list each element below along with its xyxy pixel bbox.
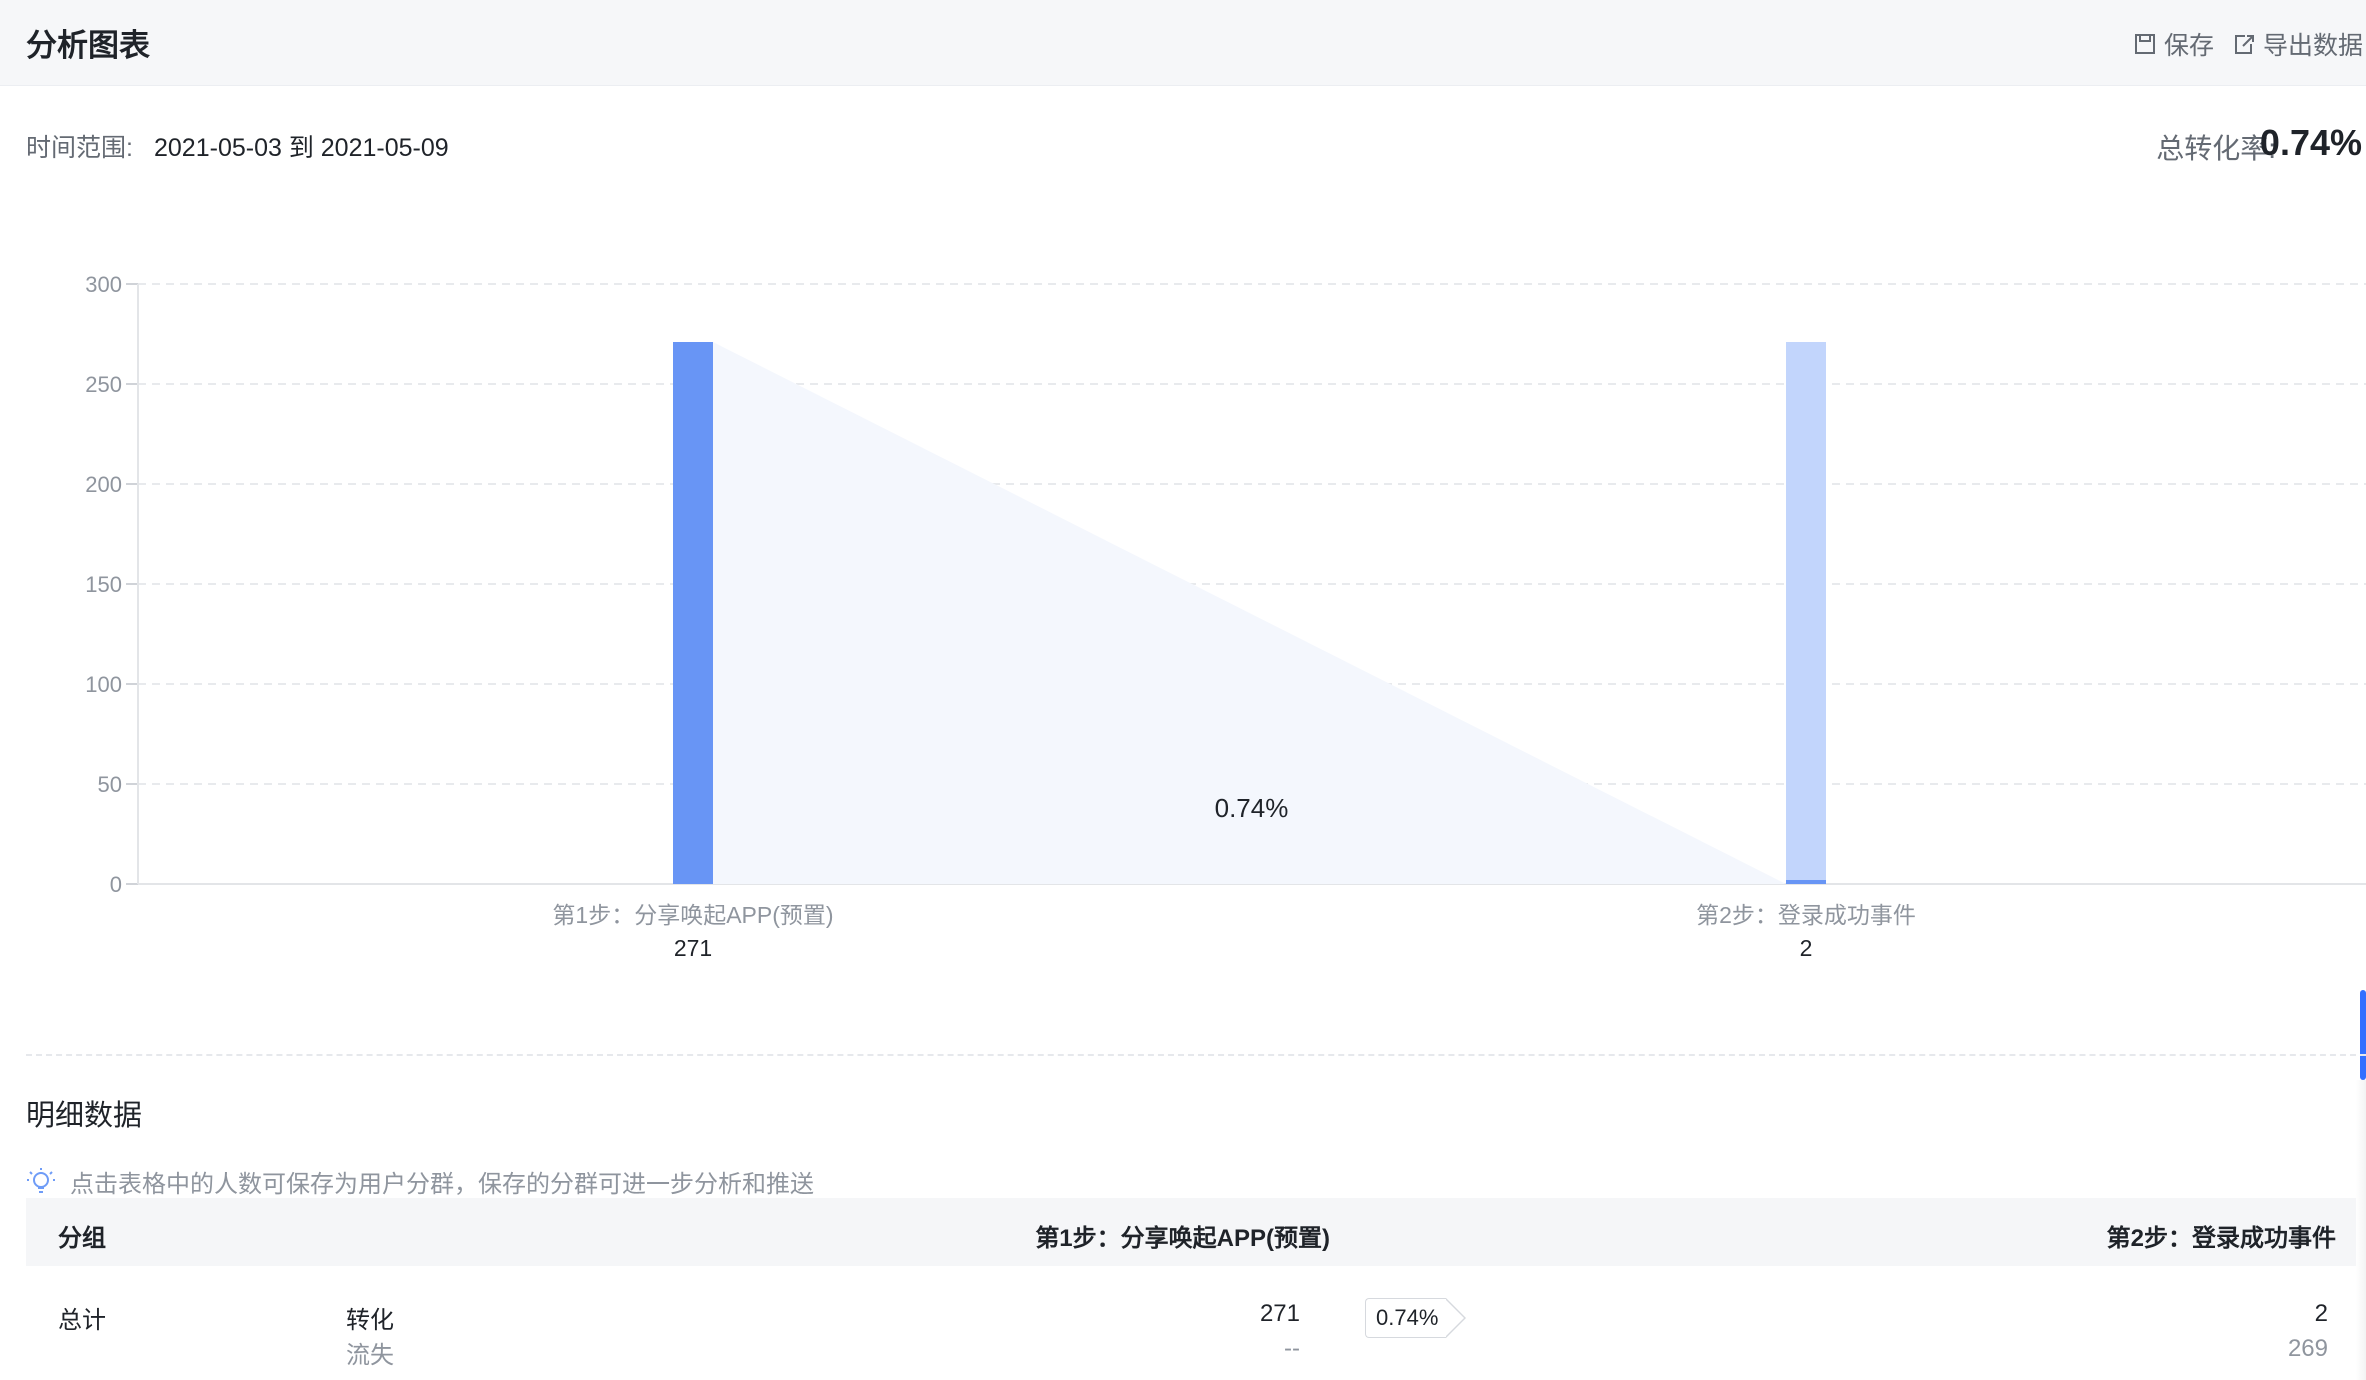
bar-step2-background <box>1786 342 1826 884</box>
x-category-total: 2 <box>1800 935 1813 961</box>
total-rate-label: 总转化率: <box>2156 133 2276 164</box>
y-tick-label: 50 <box>98 772 122 797</box>
funnel-chart: 0 50 100 150 200 250 300 0.74% 第1步：分享唤起APP(预置) 27… <box>85 272 2366 961</box>
group-cell: 总计 <box>58 1307 106 1334</box>
table-header: 分组 第1步：分享唤起APP(预置) 第2步：登录成功事件 <box>26 1198 2356 1266</box>
conversion-rate-label: 0.74% <box>1215 793 1289 823</box>
page-title: 分析图表 <box>26 28 150 63</box>
header-bar: 分析图表 保存 导出数据 <box>0 0 2366 86</box>
step1-converted-count[interactable]: 271 <box>1260 1300 1300 1328</box>
detail-title: 明细数据 <box>26 1100 143 1132</box>
step2-lost-count[interactable]: 269 <box>2288 1335 2328 1363</box>
export-label: 导出数据 <box>2263 32 2364 60</box>
tip-text: 点击表格中的人数可保存为用户分群，保存的分群可进一步分析和推送 <box>70 1171 814 1198</box>
time-range-value: 2021-05-03 到 2021-05-09 <box>154 134 449 162</box>
x-category-label: 第2步：登录成功事件 <box>1696 902 1916 928</box>
conversion-rate-tag: 0.74% <box>1365 1298 1467 1338</box>
save-icon <box>2135 34 2155 54</box>
lightbulb-icon <box>27 1167 55 1193</box>
tip-row: 点击表格中的人数可保存为用户分群，保存的分群可进一步分析和推送 <box>26 1164 814 1199</box>
export-icon <box>2235 35 2254 54</box>
x-category-label: 第1步：分享唤起APP(预置) <box>552 902 833 928</box>
y-tick-label: 0 <box>110 872 122 897</box>
y-tick-label: 150 <box>85 572 122 597</box>
step2-converted-count[interactable]: 2 <box>2315 1300 2328 1328</box>
bar-step1 <box>673 342 713 884</box>
bar-step2 <box>1786 880 1826 884</box>
converted-label: 转化 <box>346 1307 394 1334</box>
total-rate-value: 0.74% <box>2259 122 2362 163</box>
y-tick-label: 250 <box>85 372 122 397</box>
lost-label: 流失 <box>346 1342 394 1369</box>
time-range-label: 时间范围: <box>26 134 133 162</box>
y-tick-label: 100 <box>85 672 122 697</box>
x-category-total: 271 <box>674 935 712 961</box>
step1-lost-count: -- <box>1284 1335 1300 1362</box>
scroll-shadow <box>2356 1080 2366 1380</box>
y-tick-label: 300 <box>85 272 122 297</box>
column-header-step2: 第2步：登录成功事件 <box>2106 1225 2336 1252</box>
save-label: 保存 <box>2164 32 2215 60</box>
save-button[interactable]: 保存 <box>2134 26 2214 62</box>
scrollbar-thumb[interactable] <box>2360 990 2366 1080</box>
column-header-step1: 第1步：分享唤起APP(预置) <box>1035 1225 1330 1252</box>
export-data-button[interactable]: 导出数据 <box>2233 26 2363 62</box>
y-tick-label: 200 <box>85 472 122 497</box>
column-header-group: 分组 <box>58 1225 106 1252</box>
section-divider <box>26 1054 2366 1056</box>
